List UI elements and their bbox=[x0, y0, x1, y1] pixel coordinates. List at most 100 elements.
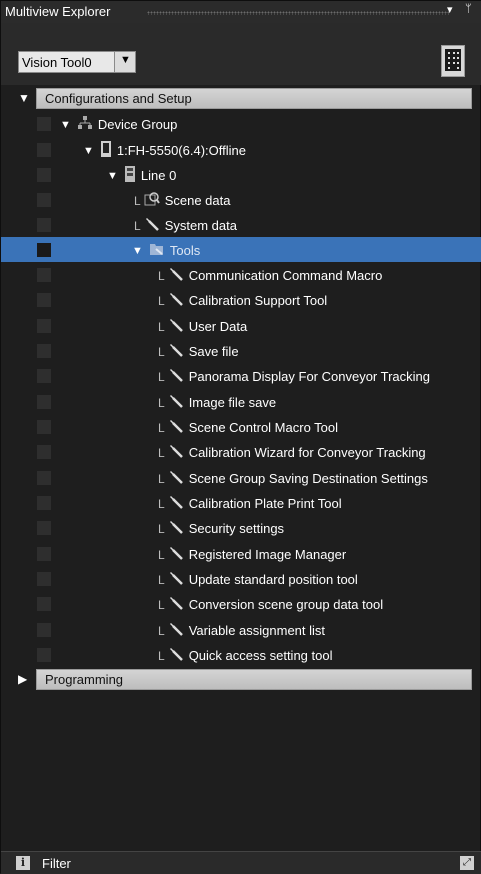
tree-connector: L bbox=[158, 648, 165, 663]
tree-item-device-group[interactable]: ▼ Device Group bbox=[1, 111, 481, 136]
wrench-icon bbox=[168, 443, 184, 462]
row-status-square bbox=[37, 648, 51, 662]
tree-item-label: Scene data bbox=[164, 193, 231, 208]
section-label: Configurations and Setup bbox=[45, 91, 192, 106]
row-status-square bbox=[37, 547, 51, 561]
tree-item-label: Panorama Display For Conveyor Tracking bbox=[188, 369, 431, 384]
row-status-square bbox=[37, 117, 51, 131]
tree-connector: L bbox=[158, 420, 165, 435]
tree-item-label: Communication Command Macro bbox=[188, 268, 383, 283]
row-status-square bbox=[37, 168, 51, 182]
tree-connector: L bbox=[158, 293, 165, 308]
tree-item-tool[interactable]: L Calibration Support Tool bbox=[1, 287, 481, 312]
tree-item-tool[interactable]: L Conversion scene group data tool bbox=[1, 591, 481, 616]
row-status-square bbox=[37, 445, 51, 459]
row-status-square bbox=[37, 293, 51, 307]
section-configurations-and-setup[interactable]: ▼ Configurations and Setup bbox=[1, 87, 481, 111]
tree-item-scene-data[interactable]: L Scene data bbox=[1, 187, 481, 212]
wrench-icon bbox=[168, 291, 184, 310]
tools-folder-icon bbox=[149, 241, 165, 260]
section-header-bar[interactable]: Configurations and Setup bbox=[36, 88, 472, 109]
expand-toggle-icon[interactable]: ▼ bbox=[107, 170, 118, 182]
tree-item-tool[interactable]: L Variable assignment list bbox=[1, 617, 481, 642]
tree-item-device[interactable]: ▼ 1:FH-5550(6.4):Offline bbox=[1, 137, 481, 162]
tree-item-label: Update standard position tool bbox=[188, 572, 358, 587]
tree-item-tool[interactable]: L Save file bbox=[1, 338, 481, 363]
expand-toggle-icon[interactable]: ▼ bbox=[83, 145, 94, 157]
wrench-icon bbox=[144, 216, 160, 235]
wrench-icon bbox=[168, 519, 184, 538]
tree-item-label: Tools bbox=[169, 243, 201, 258]
controller-icon[interactable] bbox=[441, 45, 465, 77]
tree-item-tool[interactable]: L Update standard position tool bbox=[1, 566, 481, 591]
tree-connector: L bbox=[158, 547, 165, 562]
tree-connector: L bbox=[158, 572, 165, 587]
tree-item-tool[interactable]: L Calibration Wizard for Conveyor Trackin… bbox=[1, 439, 481, 464]
expand-toggle-icon[interactable]: ▼ bbox=[132, 245, 143, 257]
tree-item-label: Save file bbox=[188, 344, 239, 359]
tree-item-tool[interactable]: L Security settings bbox=[1, 515, 481, 540]
row-status-square bbox=[37, 623, 51, 637]
panel-title: Multiview Explorer bbox=[5, 4, 111, 19]
tree-item-system-data[interactable]: L System data bbox=[1, 212, 481, 237]
tree-connector: L bbox=[158, 268, 165, 283]
wrench-icon bbox=[168, 621, 184, 640]
expand-toggle-icon[interactable]: ▶ bbox=[18, 672, 27, 686]
tree-connector: L bbox=[158, 496, 165, 511]
tree-item-label: Security settings bbox=[188, 521, 285, 536]
pin-icon[interactable]: ᛘ bbox=[465, 3, 472, 15]
row-status-square bbox=[37, 193, 51, 207]
tree-item-tool[interactable]: L Quick access setting tool bbox=[1, 642, 481, 667]
wrench-icon bbox=[168, 367, 184, 386]
tree-connector: L bbox=[134, 193, 141, 208]
tree-connector: L bbox=[158, 521, 165, 536]
expand-toggle-icon[interactable]: ▼ bbox=[18, 91, 30, 105]
wrench-icon bbox=[168, 393, 184, 412]
panel-title-bar[interactable]: Multiview Explorer ▾ ᛘ bbox=[1, 1, 481, 23]
section-header-bar[interactable]: Programming bbox=[36, 669, 472, 690]
wrench-icon bbox=[168, 418, 184, 437]
line-icon bbox=[124, 166, 136, 185]
row-status-square bbox=[37, 521, 51, 535]
tree-item-tool[interactable]: L User Data bbox=[1, 313, 481, 338]
row-status-square bbox=[37, 268, 51, 282]
row-status-square bbox=[37, 143, 51, 157]
tree-item-label: Calibration Support Tool bbox=[188, 293, 328, 308]
tree-connector: L bbox=[158, 319, 165, 334]
tree-item-tool[interactable]: L Scene Group Saving Destination Settings bbox=[1, 465, 481, 490]
pin-icon[interactable]: ⤢ bbox=[460, 856, 474, 870]
tree-item-line[interactable]: ▼ Line 0 bbox=[1, 162, 481, 187]
tree-item-label: 1:FH-5550(6.4):Offline bbox=[116, 143, 246, 158]
section-programming[interactable]: ▶ Programming bbox=[1, 668, 481, 692]
filter-bar[interactable]: i Filter ⤢ bbox=[1, 851, 481, 874]
wrench-icon bbox=[168, 545, 184, 564]
tree-item-tool[interactable]: L Image file save bbox=[1, 389, 481, 414]
tree-item-tool[interactable]: L Panorama Display For Conveyor Tracking bbox=[1, 363, 481, 388]
tree-item-label: Scene Group Saving Destination Settings bbox=[188, 471, 428, 486]
controller-icon bbox=[100, 141, 112, 160]
tree-item-label: Scene Control Macro Tool bbox=[188, 420, 339, 435]
tree-item-tool[interactable]: L Communication Command Macro bbox=[1, 262, 481, 287]
wrench-icon bbox=[168, 570, 184, 589]
wrench-icon bbox=[168, 646, 184, 665]
row-status-square bbox=[37, 218, 51, 232]
tree-item-tools[interactable]: ▼ Tools bbox=[1, 237, 481, 262]
panel-menu-button[interactable]: ▾ bbox=[447, 3, 453, 16]
tree-connector: L bbox=[158, 395, 165, 410]
device-select-value: Vision Tool0 bbox=[22, 55, 92, 70]
tree-item-tool[interactable]: L Calibration Plate Print Tool bbox=[1, 490, 481, 515]
tree-item-tool[interactable]: L Scene Control Macro Tool bbox=[1, 414, 481, 439]
dropdown-arrow[interactable]: ▼ bbox=[114, 52, 135, 72]
info-icon[interactable]: i bbox=[16, 856, 30, 870]
tree-item-label: Calibration Wizard for Conveyor Tracking bbox=[188, 445, 426, 460]
device-select-dropdown[interactable]: Vision Tool0 ▼ bbox=[18, 51, 136, 73]
tree-item-label: Quick access setting tool bbox=[188, 648, 333, 663]
filter-label[interactable]: Filter bbox=[42, 856, 71, 871]
title-grip bbox=[147, 11, 450, 15]
chevron-down-icon: ▼ bbox=[120, 54, 131, 66]
expand-toggle-icon[interactable]: ▼ bbox=[60, 119, 71, 131]
wrench-icon bbox=[168, 342, 184, 361]
device-group-icon bbox=[77, 115, 93, 134]
tree-item-tool[interactable]: L Registered Image Manager bbox=[1, 541, 481, 566]
tree-connector: L bbox=[134, 218, 141, 233]
